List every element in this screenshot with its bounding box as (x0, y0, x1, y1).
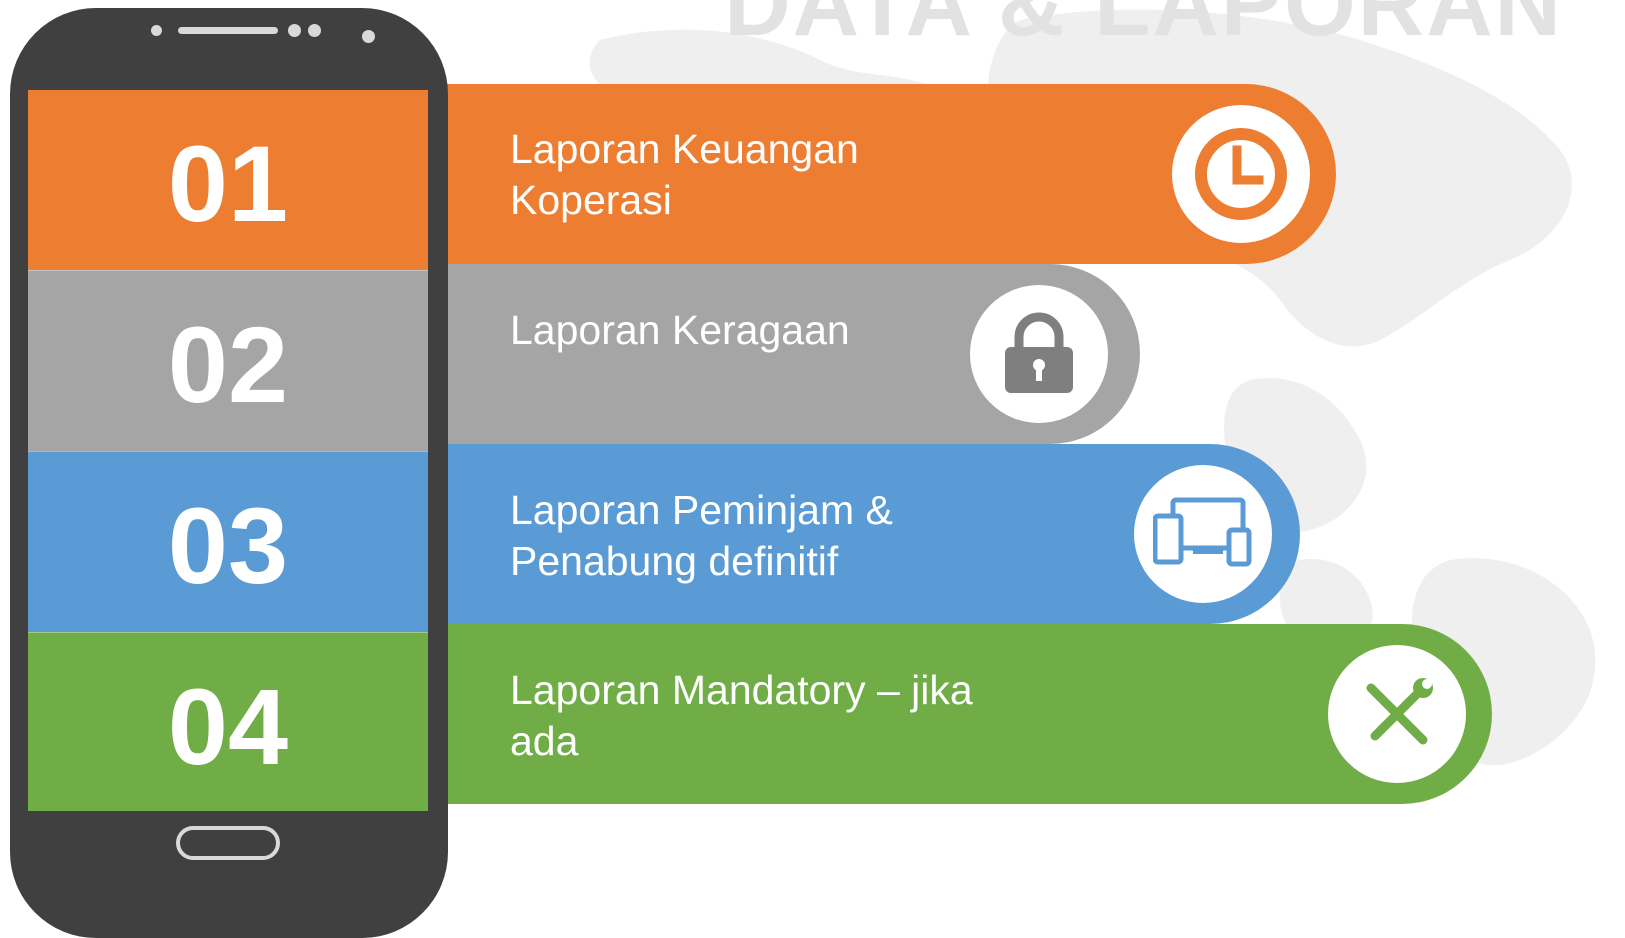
item-3-line1: Laporan Peminjam & (510, 487, 893, 533)
number-01: 01 (167, 122, 289, 244)
number-segment-01: 01 (28, 90, 428, 270)
devices-icon (1153, 497, 1252, 567)
number-03: 03 (167, 484, 289, 606)
item-label-1: Laporan Keuangan Koperasi (510, 124, 1030, 226)
item-4-line2: ada (510, 718, 579, 764)
item-4-line1: Laporan Mandatory – jika (510, 667, 973, 713)
page-title: DATA & LAPORAN (724, 0, 1563, 55)
home-button (176, 826, 280, 860)
clock-icon (1195, 128, 1287, 220)
item-3-line2: Penabung definitif (510, 538, 839, 584)
item-1-line1: Laporan Keuangan (510, 126, 859, 172)
sensor-dot (151, 25, 162, 36)
phone-speaker (178, 27, 278, 34)
icon-circle (1134, 465, 1272, 603)
number-segment-02: 02 (28, 270, 428, 451)
camera-dot (362, 30, 375, 43)
phone-frame: 01 02 03 04 (10, 8, 448, 938)
number-02: 02 (167, 303, 289, 425)
item-label-2: Laporan Keragaan (510, 305, 1030, 356)
tools-icon (1366, 678, 1433, 745)
icon-circle (1328, 645, 1466, 783)
sensor-dot (308, 24, 321, 37)
icon-circle (1172, 105, 1310, 243)
number-04: 04 (167, 665, 289, 787)
phone-screen: 01 02 03 04 (28, 90, 428, 811)
item-1-line2: Koperasi (510, 177, 672, 223)
item-label-4: Laporan Mandatory – jika ada (510, 665, 1030, 767)
item-label-3: Laporan Peminjam & Penabung definitif (510, 485, 1030, 587)
item-2-line1: Laporan Keragaan (510, 307, 850, 353)
number-segment-03: 03 (28, 451, 428, 632)
sensor-dot (288, 24, 301, 37)
number-segment-04: 04 (28, 632, 428, 811)
